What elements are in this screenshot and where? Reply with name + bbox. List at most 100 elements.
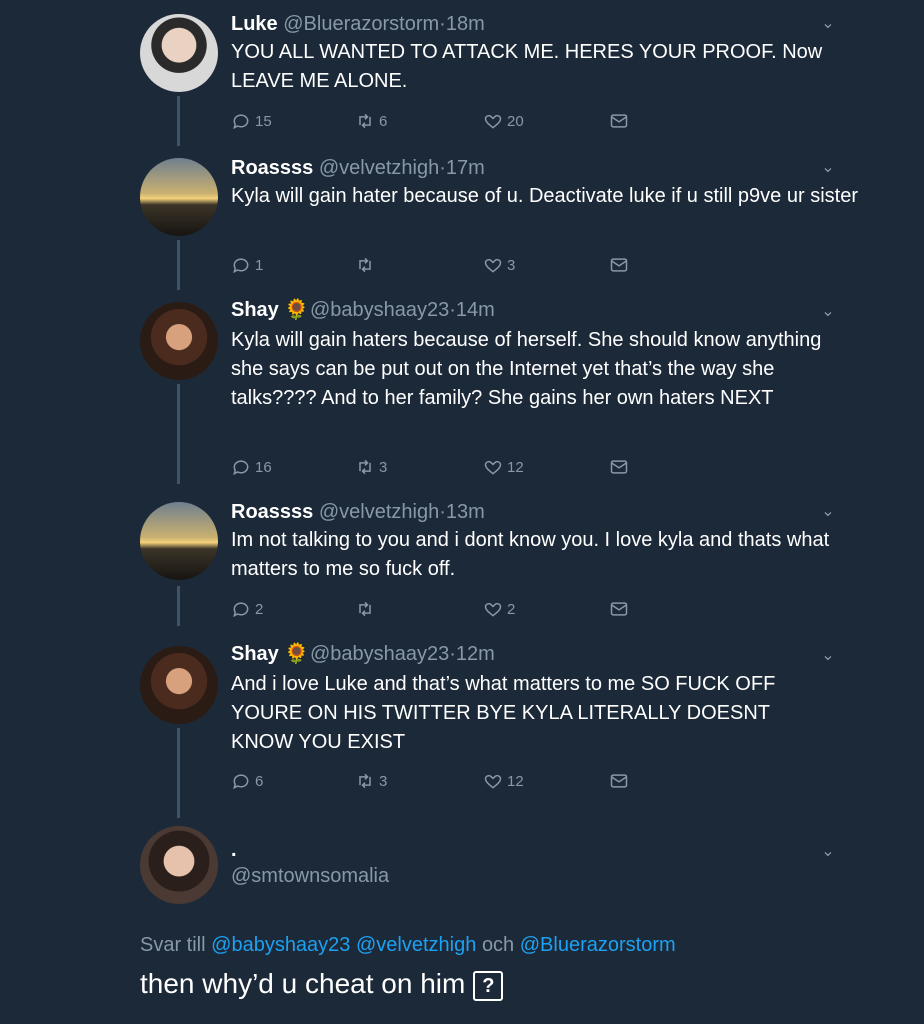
connector-text: och	[481, 934, 515, 956]
timestamp[interactable]: 13m	[446, 501, 485, 523]
avatar[interactable]	[140, 14, 218, 92]
timestamp[interactable]: 18m	[446, 13, 485, 35]
reply-text: then why’d u cheat on him?	[140, 968, 504, 1001]
like-button[interactable]: 12	[483, 455, 524, 479]
reply-icon	[233, 258, 249, 274]
retweet-button[interactable]	[355, 253, 379, 277]
replying-to-label: Svar till	[140, 934, 206, 956]
reply-author-name[interactable]: .	[231, 838, 237, 862]
reply-icon	[233, 602, 249, 618]
mention-link[interactable]: @Bluerazorstorm	[520, 934, 676, 956]
tweet-text: Kyla will gain hater because of u. Deact…	[231, 185, 858, 207]
user-handle[interactable]: @velvetzhigh	[319, 501, 439, 523]
chevron-down-icon[interactable]: ⌄	[818, 302, 838, 322]
timestamp[interactable]: 14m	[456, 299, 495, 321]
tweet-text: And i love Luke and that’s what matters …	[231, 673, 776, 753]
retweet-count: 3	[379, 458, 388, 476]
like-count: 3	[507, 256, 516, 274]
like-icon	[484, 774, 502, 789]
chevron-down-icon[interactable]: ⌄	[818, 842, 838, 862]
user-handle[interactable]: @velvetzhigh	[319, 157, 439, 179]
like-button[interactable]: 20	[483, 109, 524, 133]
dm-icon	[610, 774, 628, 788]
separator: ·	[449, 299, 456, 321]
retweet-icon	[359, 257, 371, 273]
like-count: 12	[507, 458, 524, 476]
reply-button[interactable]: 6	[231, 769, 263, 793]
reply-count: 15	[255, 112, 272, 130]
user-handle[interactable]: @smtownsomalia	[231, 865, 389, 887]
display-name[interactable]: Roassss	[231, 501, 313, 523]
tweet-text: YOU ALL WANTED TO ATTACK ME. HERES YOUR …	[231, 41, 823, 92]
display-name[interactable]: Luke	[231, 13, 278, 35]
thread-line	[177, 96, 180, 146]
reply-icon	[233, 114, 249, 130]
thread-line	[177, 586, 180, 626]
reply-button[interactable]: 15	[231, 109, 272, 133]
mention-link[interactable]: @velvetzhigh	[356, 934, 476, 956]
dm-icon	[610, 114, 628, 128]
dm-button[interactable]	[609, 109, 629, 133]
display-name[interactable]: Shay	[231, 299, 279, 321]
tweet-header: Roassss @velvetzhigh·13m	[231, 500, 485, 524]
reply-author-handle[interactable]: @smtownsomalia	[231, 864, 389, 888]
timestamp[interactable]: 12m	[456, 643, 495, 665]
retweet-icon	[359, 773, 371, 789]
user-handle[interactable]: @babyshaay23	[310, 643, 449, 665]
retweet-icon	[359, 459, 371, 475]
like-count: 20	[507, 112, 524, 130]
dm-button[interactable]	[609, 455, 629, 479]
dm-button[interactable]	[609, 597, 629, 621]
display-name[interactable]: .	[231, 839, 237, 861]
chevron-down-icon[interactable]: ⌄	[818, 646, 838, 666]
like-button[interactable]: 3	[483, 253, 515, 277]
user-handle[interactable]: @Bluerazorstorm	[283, 13, 439, 35]
separator: ·	[439, 157, 446, 179]
retweet-icon	[359, 113, 371, 129]
reply-button[interactable]: 2	[231, 597, 263, 621]
display-name[interactable]: Shay	[231, 643, 279, 665]
tweet-text: Im not talking to you and i dont know yo…	[231, 529, 830, 580]
tweet-actions: 1 3	[231, 253, 651, 277]
dm-button[interactable]	[609, 769, 629, 793]
retweet-icon	[359, 601, 371, 617]
like-icon	[484, 258, 502, 273]
like-count: 2	[507, 600, 516, 618]
avatar[interactable]	[140, 646, 218, 724]
chevron-down-icon[interactable]: ⌄	[818, 14, 838, 34]
avatar[interactable]	[140, 826, 218, 904]
separator: ·	[439, 13, 446, 35]
tweet-actions: 2 2	[231, 597, 651, 621]
separator: ·	[449, 643, 456, 665]
tweet-text: Kyla will gain haters because of herself…	[231, 329, 822, 409]
user-handle[interactable]: @babyshaay23	[310, 299, 449, 321]
reply-icon	[233, 460, 249, 476]
display-name[interactable]: Roassss	[231, 157, 313, 179]
avatar[interactable]	[140, 302, 218, 380]
like-button[interactable]: 12	[483, 769, 524, 793]
avatar[interactable]	[140, 158, 218, 236]
reply-button[interactable]: 16	[231, 455, 272, 479]
like-button[interactable]: 2	[483, 597, 515, 621]
separator: ·	[439, 501, 446, 523]
tweet-actions: 6 3 12	[231, 769, 651, 793]
chevron-down-icon[interactable]: ⌄	[818, 502, 838, 522]
reply-count: 1	[255, 256, 264, 274]
reply-body: then why’d u cheat on him	[140, 968, 466, 999]
sunflower-emoji: 🌻	[284, 299, 310, 321]
retweet-button[interactable]: 3	[355, 769, 387, 793]
dm-button[interactable]	[609, 253, 629, 277]
reply-count: 16	[255, 458, 272, 476]
retweet-button[interactable]: 3	[355, 455, 387, 479]
dm-icon	[610, 258, 628, 272]
mention-link[interactable]: @babyshaay23	[211, 934, 350, 956]
timestamp[interactable]: 17m	[446, 157, 485, 179]
avatar[interactable]	[140, 502, 218, 580]
replying-to: Svar till @babyshaay23 @velvetzhigh och …	[140, 934, 676, 957]
retweet-count: 3	[379, 772, 388, 790]
reply-button[interactable]: 1	[231, 253, 263, 277]
dm-icon	[610, 602, 628, 616]
chevron-down-icon[interactable]: ⌄	[818, 158, 838, 178]
retweet-button[interactable]: 6	[355, 109, 387, 133]
retweet-button[interactable]	[355, 597, 379, 621]
